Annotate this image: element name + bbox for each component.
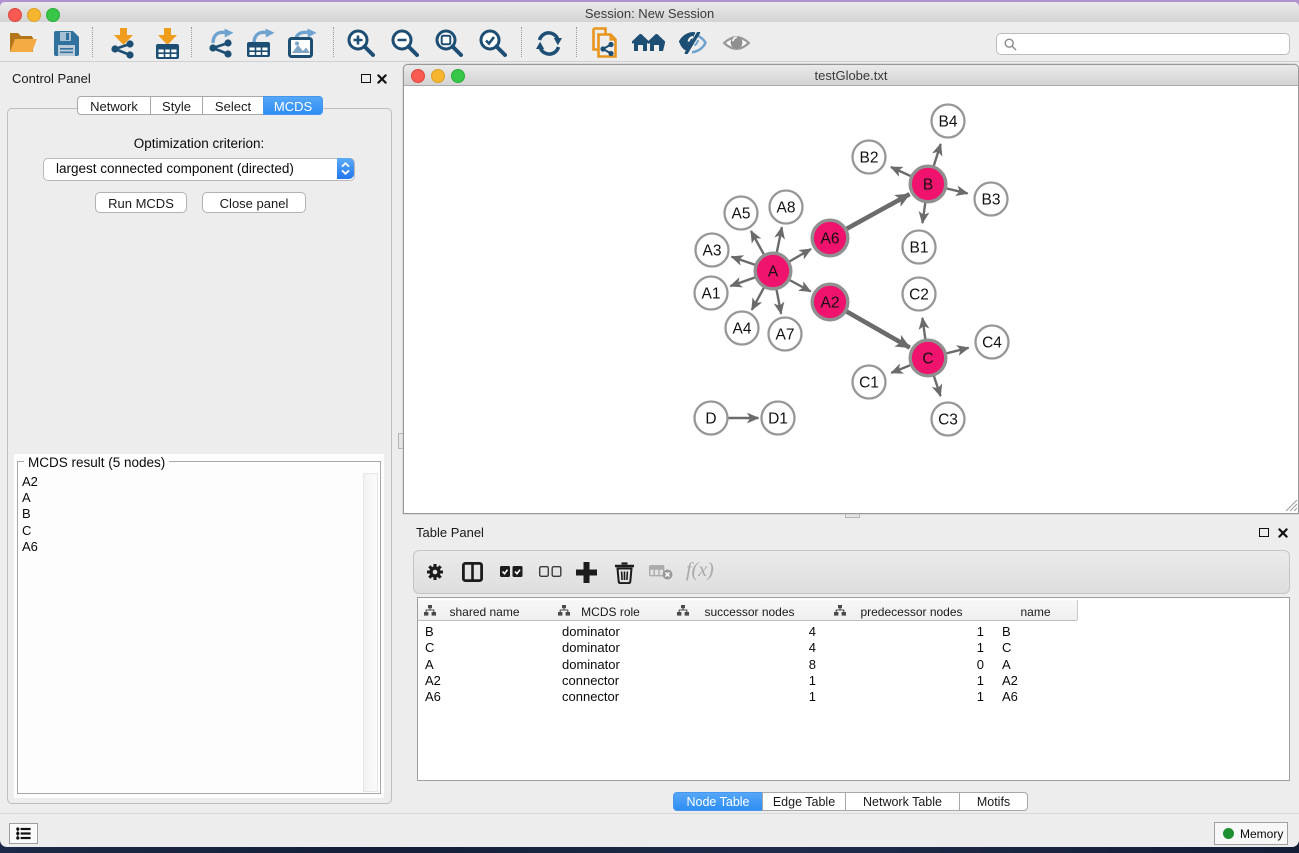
- svg-text:B4: B4: [939, 114, 958, 131]
- svg-text:A2: A2: [821, 295, 840, 312]
- svg-text:C4: C4: [982, 335, 1002, 352]
- svg-text:A7: A7: [776, 327, 795, 344]
- svg-text:C1: C1: [859, 375, 879, 392]
- svg-text:A1: A1: [702, 286, 721, 303]
- svg-text:C: C: [922, 351, 933, 368]
- svg-text:A: A: [768, 264, 779, 281]
- svg-text:C2: C2: [909, 287, 929, 304]
- svg-text:A3: A3: [703, 243, 722, 260]
- svg-text:A6: A6: [821, 231, 840, 248]
- svg-text:A4: A4: [733, 321, 752, 338]
- svg-text:D: D: [705, 411, 716, 428]
- svg-text:A5: A5: [732, 206, 751, 223]
- svg-text:B1: B1: [910, 240, 929, 257]
- svg-text:B: B: [923, 177, 933, 194]
- svg-text:B2: B2: [860, 150, 879, 167]
- svg-text:B3: B3: [982, 192, 1001, 209]
- svg-text:D1: D1: [768, 411, 788, 428]
- svg-text:C3: C3: [938, 412, 958, 429]
- svg-text:A8: A8: [777, 200, 796, 217]
